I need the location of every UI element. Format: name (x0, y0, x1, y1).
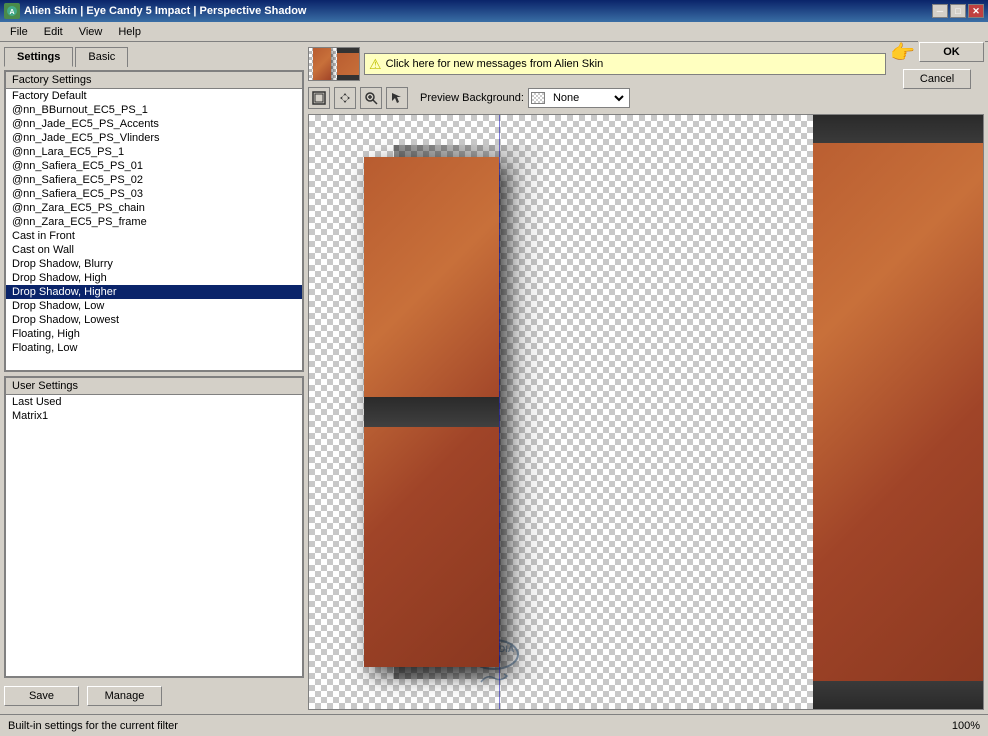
preview-thumbnail (308, 47, 360, 81)
window-title: Alien Skin | Eye Candy 5 Impact | Perspe… (24, 5, 932, 17)
pointing-hand-icon: 👉 (890, 40, 915, 65)
factory-list-item[interactable]: Drop Shadow, Blurry (6, 257, 302, 271)
app-icon: A (4, 3, 20, 19)
thumbnail-content (309, 48, 359, 80)
preview-right-top-bar (813, 115, 983, 143)
preview-bg-dropdown[interactable]: None White Black Custom (547, 88, 627, 108)
factory-list-item[interactable]: Drop Shadow, Lowest (6, 313, 302, 327)
left-panel: Settings Basic Factory Settings Factory … (4, 46, 304, 710)
menu-file[interactable]: File (2, 24, 36, 40)
tool-arrow-button[interactable] (386, 87, 408, 109)
factory-list-item[interactable]: Drop Shadow, Low (6, 299, 302, 313)
factory-list-item[interactable]: @nn_Lara_EC5_PS_1 (6, 145, 302, 159)
factory-list-item[interactable]: Factory Default (6, 89, 302, 103)
tool-move-button[interactable] (334, 87, 356, 109)
factory-list-item[interactable]: Drop Shadow, Higher👉 (6, 285, 302, 299)
right-panel: ⚠ Click here for new messages from Alien… (308, 46, 984, 710)
factory-list-item[interactable]: Floating, Low (6, 341, 302, 355)
ok-button-container: 👉 OK (890, 40, 984, 65)
ok-button[interactable]: OK (919, 42, 984, 62)
minimize-button[interactable]: ─ (932, 4, 948, 18)
preview-canvas: CLAUDIALtd (308, 114, 984, 710)
tab-settings[interactable]: Settings (4, 47, 73, 67)
status-text: Built-in settings for the current filter (8, 720, 178, 732)
factory-list-item[interactable]: @nn_Safiera_EC5_PS_02 (6, 173, 302, 187)
preview-right-bottom-bar (813, 681, 983, 709)
tab-basic[interactable]: Basic (75, 47, 128, 67)
factory-list-item[interactable]: @nn_Safiera_EC5_PS_01 (6, 159, 302, 173)
preview-bg-swatch (531, 92, 545, 104)
factory-list-item[interactable]: @nn_Zara_EC5_PS_chain (6, 201, 302, 215)
menu-help[interactable]: Help (110, 24, 149, 40)
menu-edit[interactable]: Edit (36, 24, 71, 40)
preview-divider-bar (364, 397, 499, 427)
factory-list-item[interactable]: Cast on Wall (6, 243, 302, 257)
preview-bg-box: None White Black Custom (528, 88, 630, 108)
message-bar[interactable]: ⚠ Click here for new messages from Alien… (364, 53, 886, 75)
svg-text:A: A (9, 9, 14, 16)
tool-select-button[interactable] (308, 87, 330, 109)
right-top-bar: ⚠ Click here for new messages from Alien… (308, 46, 984, 82)
factory-list-item[interactable]: Drop Shadow, High (6, 271, 302, 285)
factory-list-item[interactable]: Cast in Front (6, 229, 302, 243)
save-button[interactable]: Save (4, 686, 79, 706)
factory-list-item[interactable]: @nn_Zara_EC5_PS_frame (6, 215, 302, 229)
preview-right-rectangle (813, 115, 983, 709)
maximize-button[interactable]: □ (950, 4, 966, 18)
status-bar: Built-in settings for the current filter… (0, 714, 988, 736)
factory-list-item[interactable]: @nn_BBurnout_EC5_PS_1 (6, 103, 302, 117)
guide-line-vertical (499, 115, 500, 709)
main-content: Settings Basic Factory Settings Factory … (0, 42, 988, 714)
factory-list-item[interactable]: @nn_Jade_EC5_PS_Accents (6, 117, 302, 131)
user-settings-panel: User Settings Last UsedMatrix1 (4, 376, 304, 678)
user-settings-list[interactable]: Last UsedMatrix1 (6, 395, 302, 676)
factory-list-item[interactable]: @nn_Jade_EC5_PS_Vlinders (6, 131, 302, 145)
bottom-buttons: Save Manage (4, 682, 304, 710)
title-bar: A Alien Skin | Eye Candy 5 Impact | Pers… (0, 0, 988, 22)
preview-background-label: Preview Background: (420, 92, 524, 104)
user-list-item[interactable]: Matrix1 (6, 409, 302, 423)
user-settings-header: User Settings (6, 378, 302, 395)
factory-list-item[interactable]: @nn_Safiera_EC5_PS_03 (6, 187, 302, 201)
ok-cancel-area: 👉 OK Cancel (890, 40, 984, 89)
message-icon: ⚠ (369, 56, 382, 73)
thumb-rect-left (313, 48, 331, 80)
thumb-bar-top (337, 48, 359, 53)
tab-bar: Settings Basic (4, 46, 304, 66)
close-button[interactable]: ✕ (968, 4, 984, 18)
menu-view[interactable]: View (71, 24, 111, 40)
menu-bar: File Edit View Help (0, 22, 988, 42)
message-text: Click here for new messages from Alien S… (386, 58, 604, 70)
user-list-item[interactable]: Last Used (6, 395, 302, 409)
toolbar: Preview Background: None White Black Cus… (308, 86, 984, 110)
thumb-bar-bottom (337, 75, 359, 80)
factory-list-item[interactable]: Floating, High (6, 327, 302, 341)
tool-zoom-button[interactable] (360, 87, 382, 109)
zoom-level: 100% (952, 720, 980, 732)
factory-settings-list[interactable]: Factory Default@nn_BBurnout_EC5_PS_1@nn_… (6, 89, 302, 370)
factory-settings-panel: Factory Settings Factory Default@nn_BBur… (4, 70, 304, 372)
manage-button[interactable]: Manage (87, 686, 162, 706)
factory-settings-header: Factory Settings (6, 72, 302, 89)
window-controls: ─ □ ✕ (932, 4, 984, 18)
